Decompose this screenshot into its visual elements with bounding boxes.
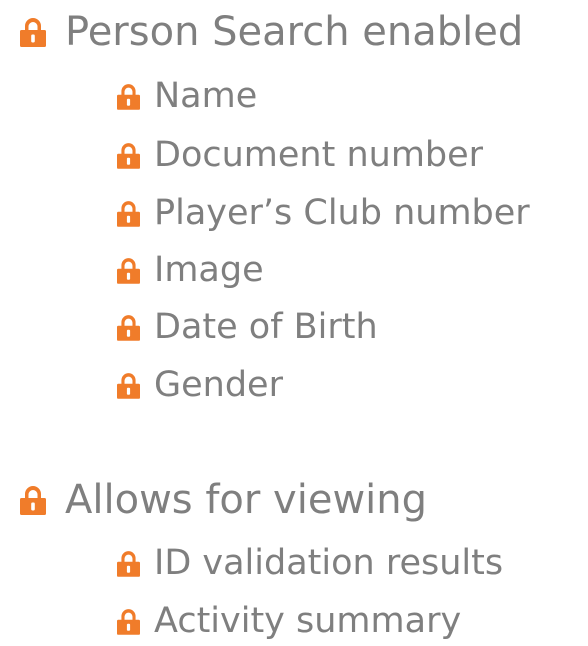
padlock-icon (117, 257, 140, 284)
list-item-date-of-birth: Date of Birth (117, 310, 378, 345)
section-heading-label: Allows for viewing (65, 477, 428, 523)
list-item-image: Image (117, 253, 264, 288)
list-item-label: Date of Birth (154, 307, 378, 347)
list-item-label: Activity summary (154, 601, 462, 641)
padlock-icon (117, 550, 140, 577)
section-heading-label: Person Search enabled (65, 9, 524, 55)
list-item-players-club-number: Player’s Club number (117, 196, 530, 231)
padlock-icon (117, 314, 140, 341)
list-item-label: Image (154, 250, 264, 290)
list-item-id-validation-results: ID validation results (117, 546, 503, 581)
padlock-icon (117, 608, 140, 635)
list-item-label: Document number (154, 135, 484, 175)
list-item-gender: Gender (117, 368, 283, 403)
list-item-document-number: Document number (117, 138, 483, 173)
list-item-label: Gender (154, 365, 283, 405)
padlock-icon (20, 17, 46, 47)
list-item-label: ID validation results (154, 543, 504, 583)
list-item-name: Name (117, 79, 257, 114)
padlock-icon (117, 200, 140, 227)
padlock-icon (20, 485, 46, 515)
padlock-icon (117, 372, 140, 399)
section-heading-person-search: Person Search enabled (20, 12, 523, 52)
list-item-label: Player’s Club number (154, 193, 530, 233)
list-item-label: Name (154, 76, 258, 116)
padlock-icon (117, 142, 140, 169)
list-item-activity-summary: Activity summary (117, 604, 461, 639)
section-heading-allows-for-viewing: Allows for viewing (20, 480, 427, 520)
padlock-icon (117, 83, 140, 110)
